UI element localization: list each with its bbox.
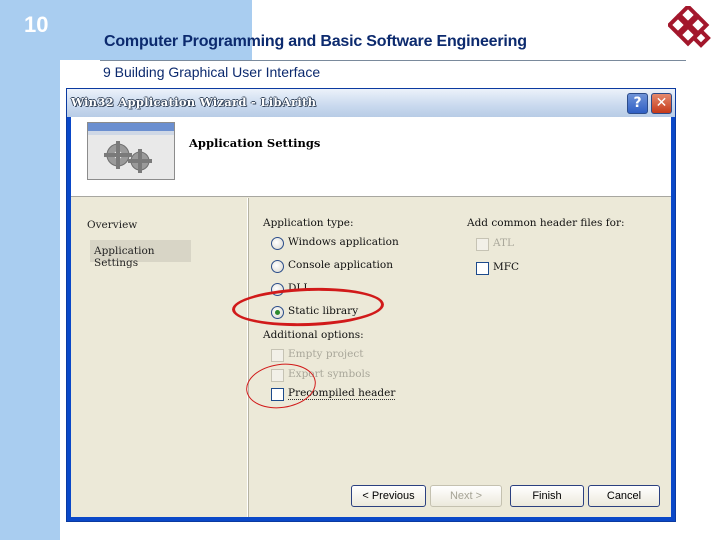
close-button[interactable]: ✕: [651, 93, 672, 114]
title-divider: [100, 60, 686, 61]
dialog-titlebar[interactable]: Win32 Application Wizard - LibArith ? ✕: [67, 89, 675, 117]
radio-windows-application-label[interactable]: Windows application: [288, 236, 399, 248]
additional-options-label: Additional options:: [263, 329, 364, 341]
application-type-label: Application type:: [263, 217, 354, 229]
next-button: Next >: [430, 485, 502, 507]
header-title: Application Settings: [189, 136, 321, 150]
help-button[interactable]: ?: [627, 93, 648, 114]
radio-console-application-label[interactable]: Console application: [288, 259, 393, 271]
nav-application-settings[interactable]: Application Settings: [90, 240, 191, 269]
checkbox-mfc-label[interactable]: MFC: [493, 261, 519, 273]
dialog-title: Win32 Application Wizard - LibArith: [71, 95, 317, 109]
polyu-logo-icon: [668, 6, 711, 48]
checkbox-empty-project-label: Empty project: [288, 348, 364, 360]
left-accent-bar: [0, 0, 60, 540]
previous-button[interactable]: < Previous: [351, 485, 426, 507]
checkbox-mfc[interactable]: [476, 262, 489, 275]
wizard-nav-pane: Overview Application Settings: [71, 198, 248, 517]
slide-title: Computer Programming and Basic Software …: [104, 33, 527, 50]
wizard-header: Application Settings: [71, 117, 671, 197]
gears-icon: [87, 122, 175, 180]
radio-windows-application[interactable]: [271, 237, 284, 250]
slide-number: 10: [24, 12, 49, 37]
nav-overview[interactable]: Overview: [87, 219, 137, 231]
finish-button[interactable]: Finish: [510, 485, 584, 507]
checkbox-atl: [476, 238, 489, 251]
dialog-body: Application Settings Overview Applicatio…: [71, 117, 671, 517]
checkbox-empty-project: [271, 349, 284, 362]
checkbox-atl-label: ATL: [493, 237, 514, 249]
slide-subtitle: 9 Building Graphical User Interface: [103, 64, 321, 80]
radio-console-application[interactable]: [271, 260, 284, 273]
header-files-label: Add common header files for:: [467, 217, 625, 229]
cancel-button[interactable]: Cancel: [588, 485, 660, 507]
